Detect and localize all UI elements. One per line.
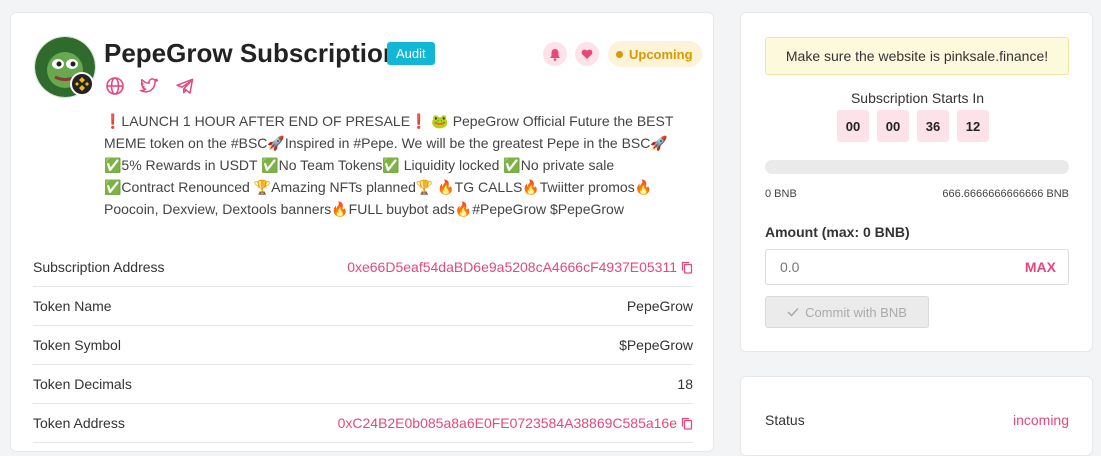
progress-bar bbox=[765, 160, 1069, 174]
table-row: Token Address 0xC24B2E0b085a8a6E0FE07235… bbox=[33, 404, 693, 443]
security-notice: Make sure the website is pinksale.financ… bbox=[765, 37, 1069, 75]
subscription-address-value[interactable]: 0xe66D5eaf54daBD6e9a5208cA4666cF4937E053… bbox=[347, 259, 677, 275]
page-title: PepeGrow Subscription bbox=[104, 38, 399, 68]
token-decimals-value: 18 bbox=[677, 376, 693, 392]
countdown-minutes: 36 bbox=[917, 110, 949, 142]
countdown-seconds: 12 bbox=[957, 110, 989, 142]
telegram-icon[interactable] bbox=[175, 76, 195, 96]
status-badge: Upcoming bbox=[608, 41, 702, 67]
status-card: Status incoming bbox=[740, 376, 1093, 456]
bsc-chain-icon bbox=[70, 72, 94, 96]
countdown-timer: 00 00 36 12 bbox=[837, 110, 989, 142]
subscription-card: Make sure the website is pinksale.financ… bbox=[740, 12, 1093, 352]
globe-icon[interactable] bbox=[105, 76, 125, 96]
detail-label: Subscription Address bbox=[33, 259, 165, 275]
table-row: Token Symbol $PepeGrow bbox=[33, 326, 693, 365]
token-name-value: PepeGrow bbox=[626, 298, 693, 314]
detail-label: Token Symbol bbox=[33, 337, 121, 353]
amount-input[interactable] bbox=[778, 258, 982, 276]
commit-button-label[interactable]: Commit with BNB bbox=[805, 305, 907, 320]
status-row: Status incoming bbox=[765, 412, 1069, 428]
subscription-address-link[interactable]: 0xe66D5eaf54daBD6e9a5208cA4666cF4937E053… bbox=[347, 259, 693, 275]
audit-badge[interactable]: Audit bbox=[387, 42, 435, 65]
bell-icon[interactable] bbox=[543, 42, 567, 66]
amount-field[interactable]: MAX bbox=[765, 249, 1069, 285]
token-address-value[interactable]: 0xC24B2E0b085a8a6E0FE0723584A38869C585a1… bbox=[338, 415, 677, 431]
table-row: Token Decimals 18 bbox=[33, 365, 693, 404]
token-symbol-value: $PepeGrow bbox=[619, 337, 693, 353]
status-dot-icon bbox=[616, 50, 623, 58]
detail-label: Token Address bbox=[33, 415, 125, 431]
detail-label: Token Name bbox=[33, 298, 112, 314]
max-button[interactable]: MAX bbox=[1025, 259, 1056, 275]
detail-label: Token Decimals bbox=[33, 376, 132, 392]
countdown-days: 00 bbox=[837, 110, 869, 142]
copy-icon[interactable] bbox=[681, 417, 693, 430]
check-icon bbox=[787, 307, 799, 317]
table-row: Subscription Address 0xe66D5eaf54daBD6e9… bbox=[33, 248, 693, 287]
project-description: ❗LAUNCH 1 HOUR AFTER END OF PRESALE❗ 🐸 P… bbox=[104, 113, 674, 217]
status-value: incoming bbox=[1012, 412, 1069, 428]
amount-label: Amount (max: 0 BNB) bbox=[765, 224, 910, 240]
copy-icon[interactable] bbox=[681, 261, 693, 274]
token-address-link[interactable]: 0xC24B2E0b085a8a6E0FE0723584A38869C585a1… bbox=[338, 415, 693, 431]
heart-icon[interactable] bbox=[575, 42, 599, 66]
table-row: Token Name PepeGrow bbox=[33, 287, 693, 326]
range-min: 0 BNB bbox=[765, 188, 797, 200]
progress-range: 0 BNB 666.6666666666666 BNB bbox=[765, 188, 1069, 200]
countdown-label: Subscription Starts In bbox=[850, 90, 985, 106]
commit-button[interactable]: Commit with BNB bbox=[765, 296, 929, 328]
details-table: Subscription Address 0xe66D5eaf54daBD6e9… bbox=[33, 248, 693, 443]
twitter-icon[interactable] bbox=[139, 76, 159, 96]
sale-info-card: PepeGrow Subscription Audit Upcoming ❗LA… bbox=[10, 12, 714, 452]
range-max: 666.6666666666666 BNB bbox=[942, 188, 1069, 200]
status-badge-label: Upcoming bbox=[629, 46, 693, 62]
countdown-hours: 00 bbox=[877, 110, 909, 142]
status-label: Status bbox=[765, 412, 805, 428]
